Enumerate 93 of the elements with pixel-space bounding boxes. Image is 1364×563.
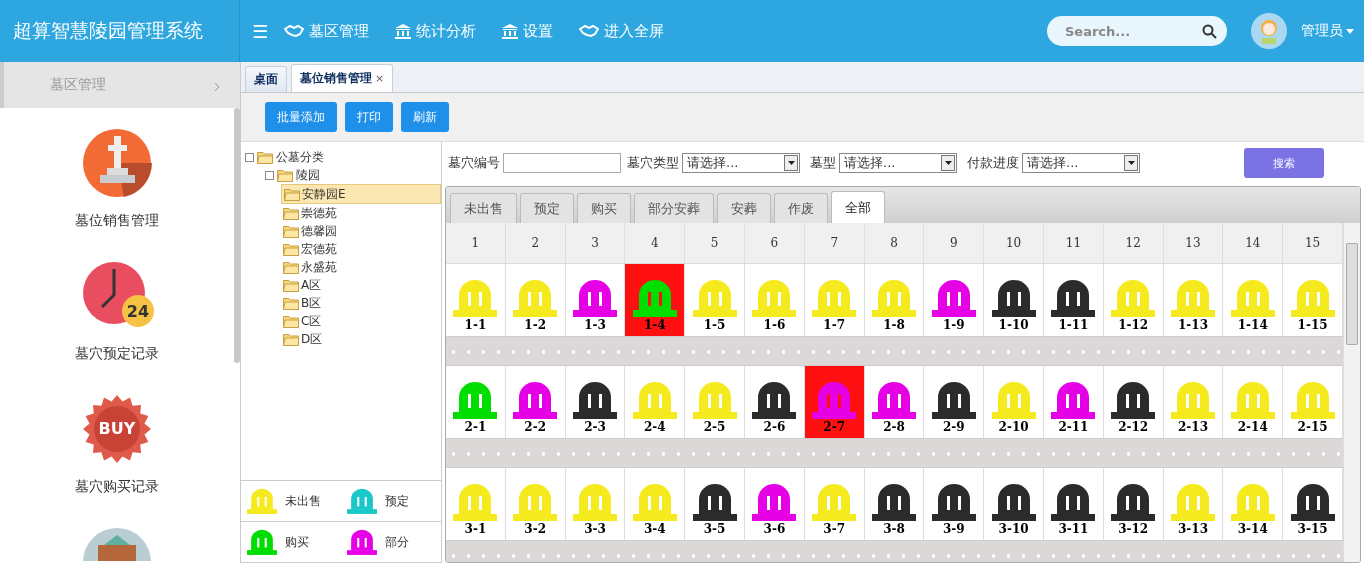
column-header: 6	[745, 223, 805, 264]
avatar-icon[interactable]	[1251, 13, 1287, 49]
folder-icon	[283, 296, 299, 310]
folder-icon	[283, 278, 299, 292]
collapse-toggle-icon[interactable]	[245, 152, 254, 162]
column-header: 10	[984, 223, 1044, 264]
tombstone-icon	[869, 482, 919, 522]
filter-label: 墓穴编号	[448, 154, 500, 172]
folder-icon	[283, 224, 299, 238]
tree-node-label[interactable]: 陵园	[296, 166, 320, 184]
sidebar-item[interactable]: 墓穴预定记录	[75, 345, 159, 363]
folder-icon	[283, 206, 299, 220]
column-header: 11	[1044, 223, 1104, 264]
tombstone-icon	[1168, 380, 1218, 420]
tombstone-icon	[1168, 482, 1218, 522]
scrollbar[interactable]	[1343, 223, 1360, 562]
scrollbar[interactable]	[234, 108, 240, 363]
select-field[interactable]: 请选择...	[839, 153, 957, 173]
buy-badge-icon: BUY	[82, 394, 152, 464]
tombstone-icon	[570, 482, 620, 522]
page-tab[interactable]: 墓位销售管理 ×	[291, 64, 394, 92]
sidebar-item[interactable]: 墓位销售管理	[75, 212, 159, 230]
tree-leaf[interactable]: 德馨园	[281, 222, 441, 240]
search-field[interactable]: Search...	[1047, 16, 1227, 46]
search-button[interactable]: 搜索	[1244, 148, 1324, 178]
tombstone-icon	[345, 486, 379, 516]
tree-leaf[interactable]: A区	[281, 276, 441, 294]
folder-icon	[283, 242, 299, 256]
tree-node-label[interactable]: 公墓分类	[276, 148, 324, 166]
grave-plot[interactable]: 2-7	[804, 366, 865, 438]
column-header: 4	[625, 223, 686, 264]
bank-icon	[395, 23, 412, 39]
column-header: 3	[565, 223, 626, 264]
input-field[interactable]	[503, 153, 621, 173]
caret-icon	[944, 161, 952, 165]
tree-leaf[interactable]: D区	[281, 330, 441, 348]
filter-label: 墓穴类型	[627, 154, 679, 172]
select-field[interactable]: 请选择...	[1022, 153, 1140, 173]
column-header: 13	[1163, 223, 1224, 264]
select-field[interactable]: 请选择...	[682, 153, 800, 173]
collapse-toggle-icon[interactable]	[265, 170, 274, 180]
column-header: 1	[446, 223, 506, 264]
folder-icon	[257, 150, 273, 164]
status-tab[interactable]: 全部	[831, 191, 885, 223]
column-header: 8	[864, 223, 925, 264]
gravestone-icon	[82, 128, 152, 198]
caret-icon	[1127, 161, 1135, 165]
tree-leaf[interactable]: C区	[281, 312, 441, 330]
bank-icon	[502, 23, 519, 39]
status-tab[interactable]: 作废	[774, 193, 828, 223]
search-icon	[1202, 24, 1217, 39]
tree-leaf[interactable]: 安静园E	[281, 184, 441, 204]
grave-plot[interactable]: 1-4	[625, 264, 686, 336]
column-header: 14	[1223, 223, 1284, 264]
tombstone-icon	[570, 380, 620, 420]
filter-label: 付款进度	[967, 154, 1019, 172]
column-header: 12	[1103, 223, 1164, 264]
tombstone-icon	[245, 527, 279, 557]
sidebar-item[interactable]: 墓穴购买记录	[75, 478, 159, 496]
status-tab[interactable]: 部分安葬	[634, 193, 714, 223]
column-header: 15	[1283, 223, 1343, 264]
folder-icon	[283, 314, 299, 328]
tree-leaf[interactable]: B区	[281, 294, 441, 312]
legend-label: 部分	[385, 533, 409, 551]
legend-label: 未出售	[285, 492, 321, 510]
status-tab[interactable]: 购买	[577, 193, 631, 223]
folder-icon	[283, 332, 299, 346]
tree-leaf[interactable]: 宏德苑	[281, 240, 441, 258]
caret-icon	[787, 161, 795, 165]
folder-icon	[284, 187, 300, 201]
chevron-icon	[214, 82, 220, 92]
status-tab[interactable]: 安葬	[717, 193, 771, 223]
folder-icon	[283, 260, 299, 274]
status-tab[interactable]: 预定	[520, 193, 574, 223]
column-header: 9	[924, 223, 985, 264]
tombstone-icon	[570, 278, 620, 318]
tombstone-icon	[869, 278, 919, 318]
caret-icon	[1346, 28, 1354, 34]
tombstone-icon	[245, 486, 279, 516]
legend-label: 购买	[285, 533, 309, 551]
tree-leaf[interactable]: 崇德苑	[281, 204, 441, 222]
column-header: 7	[804, 223, 865, 264]
folder-icon	[277, 168, 293, 182]
tombstone-icon	[869, 380, 919, 420]
legend-label: 预定	[385, 492, 409, 510]
tombstone-icon	[345, 527, 379, 557]
column-header: 2	[505, 223, 566, 264]
column-header: 5	[685, 223, 745, 264]
tree-leaf[interactable]: 永盛苑	[281, 258, 441, 276]
page-tab[interactable]: 桌面	[245, 66, 287, 92]
filter-label: 墓型	[810, 154, 836, 172]
status-tab[interactable]: 未出售	[450, 193, 517, 223]
tombstone-icon	[1168, 278, 1218, 318]
